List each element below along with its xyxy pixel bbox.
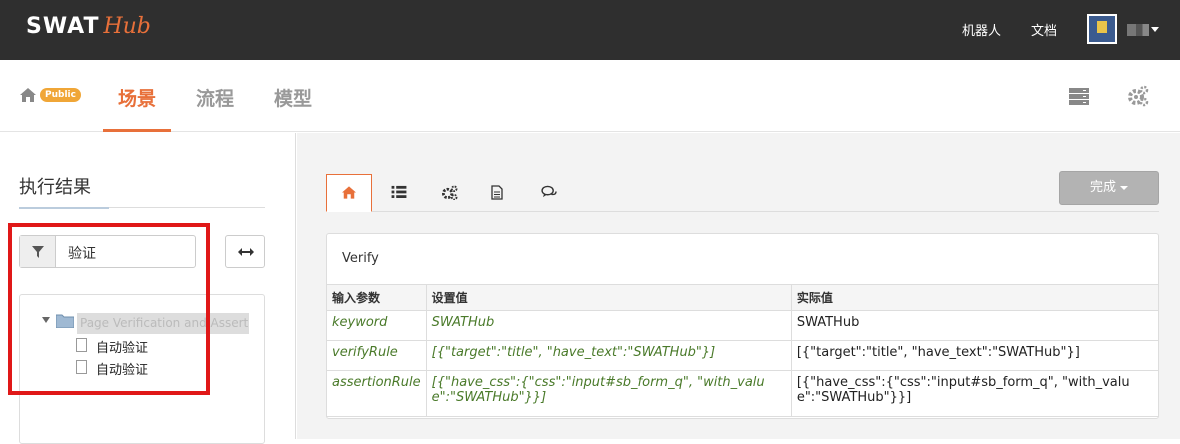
column-header: 实际值 <box>790 284 1160 311</box>
logo[interactable]: SWAT Hub <box>26 14 151 39</box>
tab-document[interactable] <box>476 174 522 212</box>
active-tab-underline <box>103 129 171 132</box>
project-bar: Public 场景 流程 模型 <box>0 60 1180 132</box>
chevron-down-icon[interactable] <box>1151 27 1159 32</box>
table-row: verifyRule [{"target":"title", "have_tex… <box>326 340 1160 371</box>
param-set-value: SWATHub <box>425 310 792 341</box>
expand-horizontal-icon <box>238 248 254 256</box>
param-name: keyword <box>326 310 427 341</box>
param-actual-value: [{"have_css":{"css":"input#sb_form_q", "… <box>790 370 1160 417</box>
home-icon <box>342 186 356 199</box>
column-header: 输入参数 <box>326 284 427 311</box>
top-navbar: SWAT Hub 机器人 文档 <box>0 0 1180 60</box>
execution-results-title: 执行结果 <box>19 177 91 198</box>
logo-sub: Hub <box>103 14 151 39</box>
tab-scenes[interactable]: 场景 <box>118 84 156 111</box>
tab-settings[interactable] <box>426 174 472 212</box>
chevron-down-icon <box>1120 185 1128 190</box>
done-button[interactable]: 完成 <box>1059 171 1159 205</box>
nav-robot-link[interactable]: 机器人 <box>962 20 1001 39</box>
tab-list[interactable] <box>376 174 422 212</box>
params-table: 输入参数 设置值 实际值 keyword SWATHub SWATHub ver… <box>326 284 1160 417</box>
list-icon <box>391 185 407 198</box>
public-badge: Public <box>40 88 81 102</box>
username-blurred[interactable] <box>1127 24 1149 36</box>
param-actual-value: SWATHub <box>790 310 1160 341</box>
param-actual-value: [{"target":"title", "have_text":"SWATHub… <box>790 340 1160 371</box>
table-header-row: 输入参数 设置值 实际值 <box>326 284 1160 311</box>
tab-models[interactable]: 模型 <box>274 84 312 111</box>
settings-gears-icon[interactable] <box>1127 85 1149 107</box>
document-icon <box>491 185 503 200</box>
column-header: 设置值 <box>425 284 792 311</box>
done-label: 完成 <box>1089 180 1116 195</box>
param-set-value: [{"target":"title", "have_text":"SWATHub… <box>425 340 792 371</box>
table-row: assertionRule [{"have_css":{"css":"input… <box>326 370 1160 417</box>
tab-home[interactable] <box>326 174 372 212</box>
nav-docs-link[interactable]: 文档 <box>1031 20 1057 39</box>
highlight-annotation-box <box>8 223 210 395</box>
avatar[interactable] <box>1087 14 1117 44</box>
param-name: verifyRule <box>326 340 427 371</box>
verify-panel: Verify 输入参数 设置值 实际值 keyword SWATHub SWAT… <box>326 233 1160 419</box>
table-row: keyword SWATHub SWATHub <box>326 310 1160 341</box>
tab-flows[interactable]: 流程 <box>196 84 234 111</box>
param-set-value: [{"have_css":{"css":"input#sb_form_q", "… <box>425 370 792 417</box>
expand-width-button[interactable] <box>225 235 265 268</box>
logo-main: SWAT <box>26 14 100 39</box>
panel-title: Verify <box>342 251 379 266</box>
server-icon[interactable] <box>1068 85 1090 107</box>
param-name: assertionRule <box>326 370 427 417</box>
home-icon[interactable] <box>19 87 37 103</box>
divider-accent <box>19 207 109 209</box>
comments-icon <box>541 185 557 198</box>
tab-comments[interactable] <box>526 174 572 212</box>
cogs-icon <box>442 185 458 200</box>
